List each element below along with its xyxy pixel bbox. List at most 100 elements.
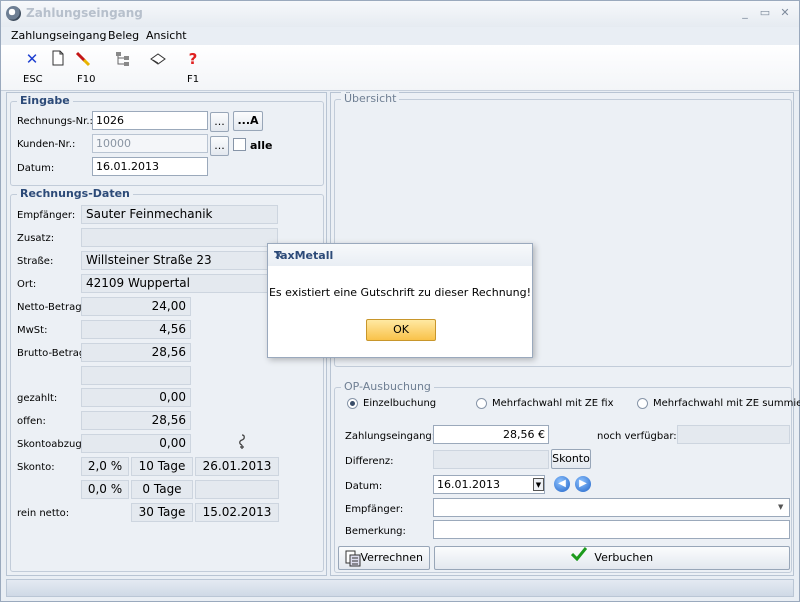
alle-label: alle bbox=[250, 139, 273, 152]
mehrfach-fix-label: Mehrfachwahl mit ZE fix bbox=[492, 398, 614, 409]
kundennr-lookup-button[interactable]: ... bbox=[210, 136, 229, 156]
book-icon[interactable] bbox=[149, 50, 167, 68]
close-button[interactable]: ✕ bbox=[777, 5, 793, 21]
mwst-value: 4,56 bbox=[81, 320, 191, 339]
skontoabzug-label: Skontoabzug: bbox=[17, 439, 86, 450]
skonto1-date: 26.01.2013 bbox=[195, 457, 279, 476]
brutto-value: 28,56 bbox=[81, 343, 191, 362]
netto-label: Netto-Betrag: bbox=[17, 302, 85, 313]
zusatz-value bbox=[81, 228, 278, 247]
ok-button[interactable]: OK bbox=[366, 319, 436, 341]
einzelbuchung-radio[interactable] bbox=[347, 398, 358, 409]
skonto2-percent: 0,0 % bbox=[81, 480, 129, 499]
op-datum-input[interactable]: 16.01.2013 bbox=[433, 475, 545, 494]
op-ausbuchung-title: OP-Ausbuchung bbox=[341, 380, 434, 393]
verrechnen-label: Verrechnen bbox=[360, 551, 423, 564]
skonto-label: Skonto: bbox=[17, 462, 55, 473]
reinnetto-days: 30 Tage bbox=[131, 503, 193, 522]
status-bar bbox=[6, 579, 794, 597]
brutto-label: Brutto-Betrag: bbox=[17, 348, 89, 359]
mwst-label: MwSt: bbox=[17, 325, 48, 336]
title-bar: Zahlungseingang _ ▭ ✕ bbox=[1, 1, 799, 27]
edit-pen-icon[interactable] bbox=[74, 50, 92, 68]
empfaenger-label: Empfänger: bbox=[17, 210, 76, 221]
skonto2-date bbox=[195, 480, 279, 499]
op-zahlungseingang-label: Zahlungseingang: bbox=[345, 431, 436, 442]
verbuchen-button[interactable]: Verbuchen bbox=[434, 546, 790, 570]
alle-checkbox[interactable] bbox=[233, 138, 246, 151]
rechnungsnr-input[interactable]: 1026 bbox=[92, 111, 208, 130]
f10-label: F10 bbox=[77, 74, 96, 85]
op-empfaenger-select[interactable] bbox=[433, 498, 790, 517]
eingabe-group: Eingabe Rechnungs-Nr.: 1026 ... ...A Kun… bbox=[10, 94, 324, 186]
noch-verfuegbar-value bbox=[677, 425, 790, 444]
toolbar: ✕ ? ESC F10 F1 bbox=[1, 45, 799, 91]
skonto1-days: 10 Tage bbox=[131, 457, 193, 476]
app-icon bbox=[6, 6, 21, 21]
datum-label: Datum: bbox=[17, 163, 55, 174]
bemerkung-label: Bemerkung: bbox=[345, 526, 406, 537]
date-back-icon[interactable]: ◀ bbox=[554, 476, 570, 492]
netto-value: 24,00 bbox=[81, 297, 191, 316]
minimize-button[interactable]: _ bbox=[737, 5, 753, 21]
mehrfach-summiert-label: Mehrfachwahl mit ZE summiert bbox=[653, 398, 800, 409]
window-title: Zahlungseingang bbox=[26, 6, 143, 20]
ort-value: 42109 Wuppertal bbox=[81, 274, 278, 293]
reinnetto-label: rein netto: bbox=[17, 508, 70, 519]
differenz-value bbox=[433, 450, 549, 469]
rechnungsnr-lookup-button[interactable]: ... bbox=[210, 112, 229, 132]
menu-bar: Zahlungseingang Beleg Ansicht bbox=[1, 27, 799, 45]
empfaenger-value: Sauter Feinmechanik bbox=[81, 205, 278, 224]
eingabe-title: Eingabe bbox=[17, 94, 73, 107]
differenz-label: Differenz: bbox=[345, 456, 394, 467]
checkmark-icon bbox=[570, 547, 588, 569]
op-zahlungseingang-input[interactable]: 28,56 € bbox=[433, 425, 549, 444]
dialog-title-bar: TaxMetall ✕ bbox=[268, 244, 532, 266]
edit-link-icon[interactable] bbox=[236, 433, 248, 454]
op-empfaenger-label: Empfänger: bbox=[345, 504, 404, 515]
verbuchen-label: Verbuchen bbox=[594, 551, 654, 564]
a-button[interactable]: ...A bbox=[233, 111, 263, 131]
reinnetto-date: 15.02.2013 bbox=[195, 503, 279, 522]
f1-label: F1 bbox=[187, 74, 200, 85]
einzelbuchung-label: Einzelbuchung bbox=[363, 398, 437, 409]
datum-input[interactable]: 16.01.2013 bbox=[92, 157, 208, 176]
ort-label: Ort: bbox=[17, 279, 37, 290]
noch-verfuegbar-label: noch verfügbar: bbox=[597, 431, 677, 442]
rechnungs-daten-title: Rechnungs-Daten bbox=[17, 187, 133, 200]
mehrfach-summiert-radio[interactable] bbox=[637, 398, 648, 409]
skonto2-days: 0 Tage bbox=[131, 480, 193, 499]
menu-ansicht[interactable]: Ansicht bbox=[146, 29, 187, 42]
calculator-icon bbox=[345, 550, 361, 575]
maximize-button[interactable]: ▭ bbox=[757, 5, 773, 21]
bemerkung-input[interactable] bbox=[433, 520, 790, 539]
dialog-message: Es existiert eine Gutschrift zu dieser R… bbox=[268, 286, 531, 299]
gezahlt-value: 0,00 bbox=[81, 388, 191, 407]
menu-zahlungseingang[interactable]: Zahlungseingang bbox=[11, 29, 106, 42]
uebersicht-title: Übersicht bbox=[341, 92, 400, 105]
skontoabzug-value: 0,00 bbox=[81, 434, 191, 453]
empty-value bbox=[81, 366, 191, 385]
dialog-close-icon[interactable]: ✕ bbox=[274, 249, 524, 262]
tree-icon[interactable] bbox=[114, 50, 132, 68]
skonto1-percent: 2,0 % bbox=[81, 457, 129, 476]
skonto-button[interactable]: Skonto bbox=[551, 449, 591, 469]
mehrfach-fix-radio[interactable] bbox=[476, 398, 487, 409]
verrechnen-button[interactable]: Verrechnen bbox=[338, 546, 430, 570]
zusatz-label: Zusatz: bbox=[17, 233, 55, 244]
op-ausbuchung-group: OP-Ausbuchung Einzelbuchung Mehrfachwahl… bbox=[334, 380, 800, 573]
help-icon[interactable]: ? bbox=[184, 50, 202, 68]
offen-label: offen: bbox=[17, 416, 46, 427]
esc-label: ESC bbox=[23, 74, 43, 85]
date-dropdown-icon[interactable]: ▼ bbox=[533, 478, 544, 491]
rechnungsnr-label: Rechnungs-Nr.: bbox=[17, 116, 93, 127]
message-dialog: TaxMetall ✕ Es existiert eine Gutschrift… bbox=[267, 243, 533, 358]
new-document-icon[interactable] bbox=[49, 50, 67, 68]
kundennr-label: Kunden-Nr.: bbox=[17, 139, 76, 150]
strasse-value: Willsteiner Straße 23 bbox=[81, 251, 278, 270]
kundennr-input[interactable]: 10000 bbox=[92, 134, 208, 153]
empfaenger-chevron-down-icon[interactable]: ▼ bbox=[778, 503, 783, 511]
close-x-icon[interactable]: ✕ bbox=[23, 50, 41, 68]
menu-beleg[interactable]: Beleg bbox=[108, 29, 139, 42]
date-forward-icon[interactable]: ▶ bbox=[575, 476, 591, 492]
